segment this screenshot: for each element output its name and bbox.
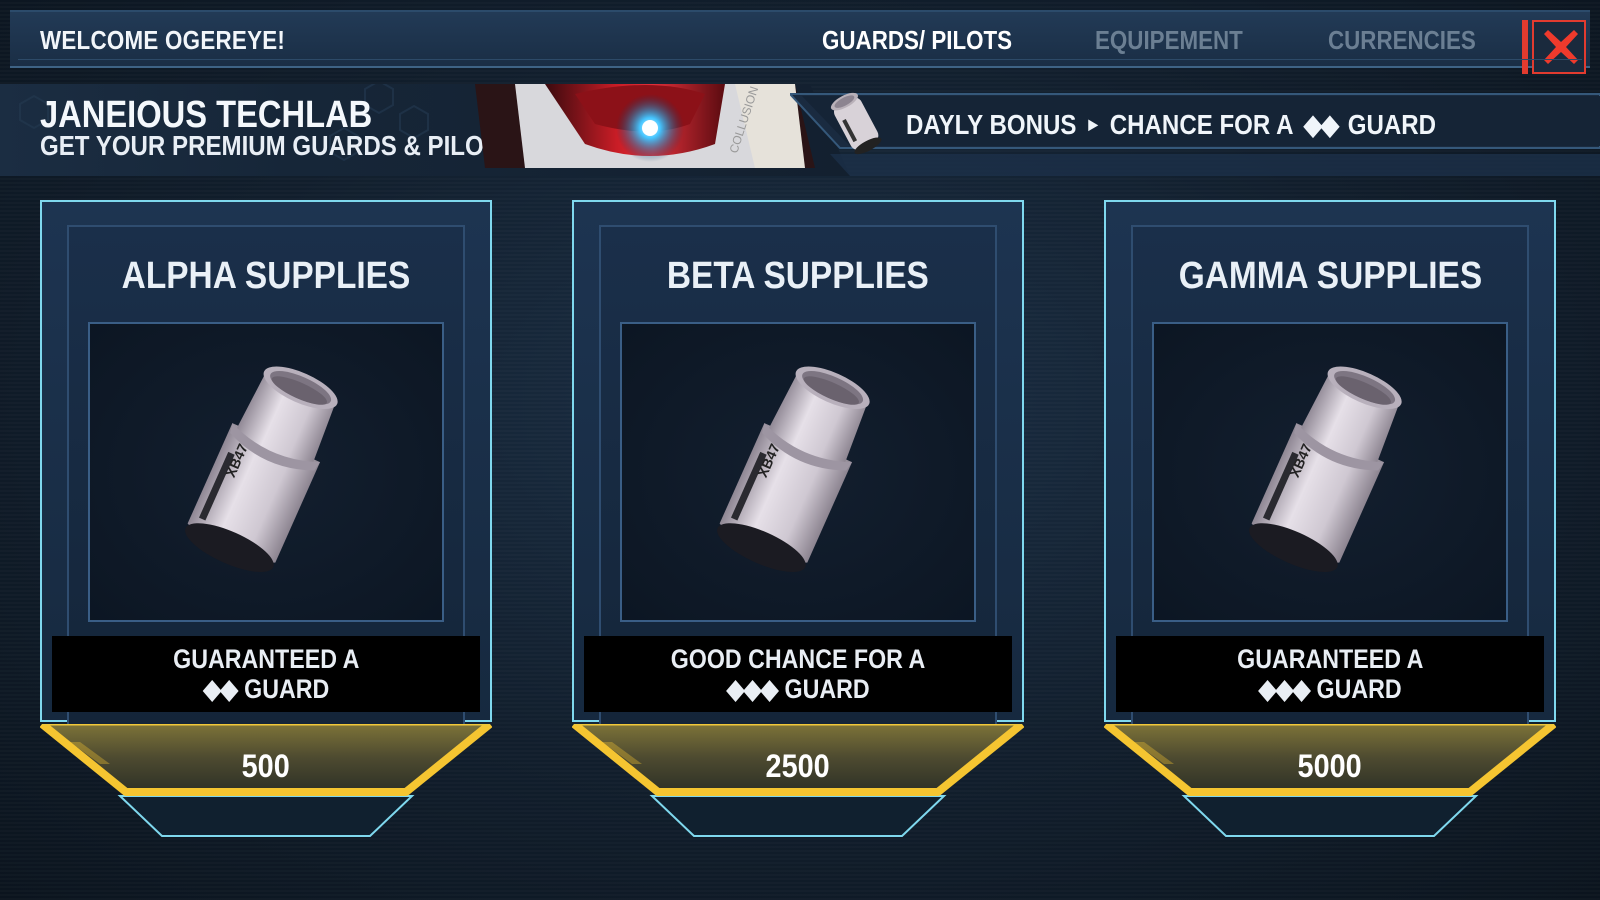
tab-guards-pilots[interactable]: GUARDS/ PILOTS <box>822 25 1012 56</box>
daily-bonus-label: DAYLY BONUS <box>906 108 1077 140</box>
daily-bonus-suffix: GUARD <box>1347 108 1437 140</box>
supply-card-beta[interactable]: BETA SUPPLIES XB47 GOOD CHANCE FOR A ◆◆◆… <box>572 200 1024 848</box>
price-label-alpha: 500 <box>241 748 291 784</box>
card-image-alpha: XB47 <box>88 322 444 622</box>
daily-canister-icon <box>830 92 882 155</box>
daily-bonus-text: DAYLY BONUS ▶ CHANCE FOR A ◆◆ GUARD <box>906 108 1436 141</box>
tab-equipement[interactable]: EQUIPEMENT <box>1095 25 1243 56</box>
card-description-alpha: GUARANTEED A ◆◆ GUARD <box>52 636 480 712</box>
daily-bonus-chance: CHANCE FOR A <box>1109 108 1294 140</box>
robot-head-image: COLLUSION GET <box>475 84 815 168</box>
card-description-beta: GOOD CHANCE FOR A ◆◆◆ GUARD <box>584 636 1012 712</box>
card-title-gamma: GAMMA SUPPLIES <box>1178 255 1482 297</box>
welcome-text: WELCOME OGEREYE! <box>40 25 286 55</box>
price-button-shape <box>40 724 492 796</box>
supply-canister-icon: XB47 <box>717 366 870 573</box>
diamond-rank-icon: ◆◆ <box>202 674 238 704</box>
top-bar: WELCOME OGEREYE! GUARDS/ PILOTS EQUIPEME… <box>10 10 1590 74</box>
card-desc-line1: GUARANTEED A <box>1236 644 1424 674</box>
card-desc-line1: GOOD CHANCE FOR A <box>670 644 926 674</box>
price-button-shape <box>1104 724 1556 796</box>
diamond-rank-icon: ◆◆ <box>1303 109 1339 140</box>
tab-currencies[interactable]: CURRENCIES <box>1328 25 1476 56</box>
card-desc-line1: GUARANTEED A <box>172 644 360 674</box>
supply-canister-icon: XB47 <box>1249 366 1402 573</box>
card-image-gamma: XB47 <box>1152 322 1508 622</box>
supply-card-gamma[interactable]: GAMMA SUPPLIES XB47 GUARANTEED A ◆◆◆ GUA… <box>1104 200 1556 848</box>
price-label-gamma: 5000 <box>1297 748 1363 784</box>
arrow-right-icon: ▶ <box>1088 116 1098 132</box>
price-button-shape <box>572 724 1024 796</box>
card-desc-line2: GUARD <box>784 674 870 704</box>
card-image-beta: XB47 <box>620 322 976 622</box>
buy-button-alpha[interactable]: 500 <box>40 724 492 848</box>
diamond-rank-icon: ◆◆◆ <box>1258 674 1310 704</box>
buy-button-beta[interactable]: 2500 <box>572 724 1024 848</box>
supply-canister-icon: XB47 <box>185 366 338 573</box>
card-desc-line2: GUARD <box>243 674 330 704</box>
card-title-alpha: ALPHA SUPPLIES <box>121 255 411 297</box>
buy-button-gamma[interactable]: 5000 <box>1104 724 1556 848</box>
close-x-icon <box>1544 30 1578 64</box>
supply-card-alpha[interactable]: ALPHA SUPPLIES XB47 GUARANTEED A ◆◆ GUAR… <box>40 200 492 848</box>
card-title-beta: BETA SUPPLIES <box>667 255 929 297</box>
close-button[interactable] <box>1522 20 1586 74</box>
price-label-beta: 2500 <box>765 748 831 784</box>
card-desc-line2: GUARD <box>1316 674 1402 704</box>
diamond-rank-icon: ◆◆◆ <box>726 674 778 704</box>
card-description-gamma: GUARANTEED A ◆◆◆ GUARD <box>1116 636 1544 712</box>
